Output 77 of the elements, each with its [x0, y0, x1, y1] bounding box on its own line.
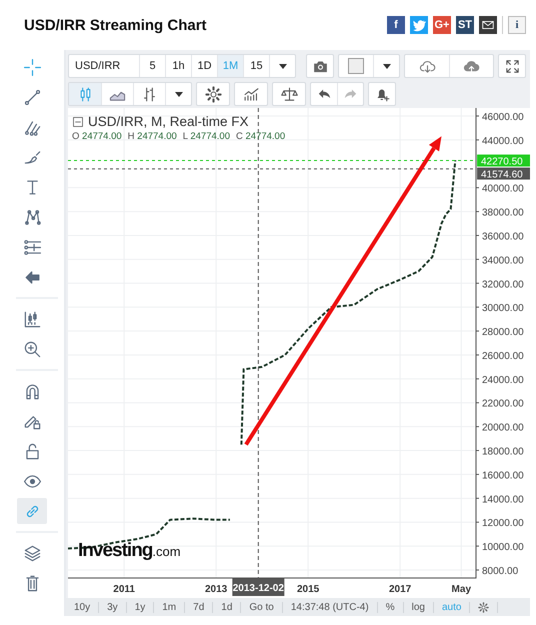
axis-label: 2015 [296, 584, 320, 595]
interval-button[interactable]: 5 [139, 55, 165, 77]
gplus-share-button[interactable]: G+ [433, 16, 451, 34]
ohlc-value: H 24774.00 [128, 131, 177, 142]
ref-line-label: 42270.50 [481, 156, 524, 168]
axis-label: 34000.00 [482, 255, 524, 266]
price-tag: 42270.50 [477, 154, 530, 168]
interval-button[interactable]: 15 [243, 55, 269, 77]
axis-label: 36000.00 [482, 231, 524, 242]
settings-icon [478, 602, 490, 612]
candles-type-button[interactable] [69, 83, 101, 105]
caret-icon [382, 64, 390, 68]
scale-option-button[interactable]: log [404, 602, 434, 612]
axis-label: 38000.00 [482, 208, 524, 219]
interval-button[interactable]: 1h [165, 55, 191, 77]
site-logo: Investing.com [78, 540, 181, 562]
settings-icon [204, 86, 222, 102]
axis-label: 2011 [113, 584, 135, 595]
ohlc-value: L 24774.00 [182, 131, 230, 142]
layers-icon [22, 544, 42, 562]
axis-label: 26000.00 [482, 350, 524, 362]
bird-icon [412, 18, 426, 32]
axis-label: 30000.00 [482, 303, 524, 314]
axis-label: 2013 [205, 584, 228, 595]
mail-share-button[interactable] [479, 16, 497, 34]
axis-label: 20000.00 [482, 422, 524, 434]
price-tag: 41574.60 [477, 168, 530, 181]
axis-label: 40000.00 [482, 184, 524, 195]
range-button[interactable]: 1d [213, 602, 242, 612]
collapse-icon [72, 116, 84, 128]
axis-label: 12000.00 [482, 518, 524, 530]
axis-label: 10000.00 [482, 542, 524, 554]
range-button[interactable]: 3y [99, 602, 127, 612]
caret-icon [174, 92, 182, 96]
crosshair-icon [22, 58, 42, 76]
scales-icon [280, 86, 298, 102]
axis-label: 14000.00 [482, 494, 524, 506]
axis-label: 32000.00 [482, 279, 524, 290]
range-button[interactable]: 7d [185, 602, 214, 612]
axis-label: 44000.00 [482, 136, 524, 147]
caret-icon [278, 64, 286, 68]
axis-label: 2017 [388, 584, 412, 595]
line-icon [22, 88, 42, 106]
bars-chart-icon [141, 86, 158, 102]
measure-icon [22, 310, 42, 328]
levels-icon [22, 238, 42, 256]
range-button[interactable]: 1y [126, 602, 154, 612]
clock-time: 14:37:48 (UTC-4) [282, 602, 378, 612]
axis-label: 46000.00 [482, 112, 524, 123]
color-swatch-icon [348, 58, 364, 74]
facebook-share-button[interactable]: f [387, 16, 405, 34]
scale-option-button[interactable]: % [378, 602, 404, 612]
ref-line-label: 41574.60 [481, 170, 524, 181]
date-tag: 2013-12-02 [232, 578, 284, 596]
legend-title: USD/IRR, M, Real-time FX [88, 114, 249, 129]
range-button[interactable]: 10y [66, 602, 100, 612]
page-title: USD/IRR Streaming Chart [24, 16, 207, 34]
ohlc-value: O 24774.00 [72, 131, 122, 142]
axis-label: 28000.00 [482, 327, 524, 338]
axis-label: 18000.00 [482, 446, 524, 458]
twitter-share-button[interactable] [410, 16, 428, 34]
axis-label: 22000.00 [482, 398, 524, 410]
axis-label: 24000.00 [482, 374, 524, 386]
axis-label: May [452, 584, 471, 595]
axis-label: 8000.00 [482, 566, 518, 577]
pattern-icon [22, 208, 42, 226]
envelope-icon [481, 18, 495, 32]
indicators-icon [242, 86, 260, 102]
symbol-field[interactable]: USD/IRR [69, 55, 139, 77]
ohlc-value: C 24774.00 [236, 131, 286, 142]
fullscreen-icon [504, 58, 520, 74]
stocktwits-share-button[interactable]: ST [456, 16, 474, 34]
axis-label: 16000.00 [482, 470, 524, 482]
zoom-in-icon [22, 340, 42, 358]
range-button[interactable]: 1m [154, 602, 186, 612]
info-button[interactable]: i [508, 16, 526, 34]
go-to-button[interactable]: Go to [241, 602, 283, 612]
